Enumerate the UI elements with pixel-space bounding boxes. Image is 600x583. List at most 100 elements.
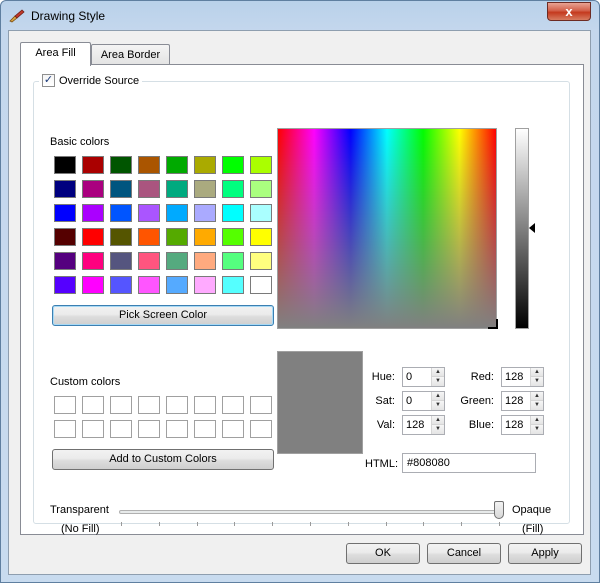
val-spinbox[interactable]: 128 ▲ ▼ [402, 415, 445, 435]
basic-color-swatch[interactable] [138, 276, 160, 294]
basic-color-swatch[interactable] [166, 228, 188, 246]
basic-color-swatch[interactable] [250, 204, 272, 222]
blue-spinbox[interactable]: 128 ▲ ▼ [501, 415, 544, 435]
basic-color-swatch[interactable] [222, 204, 244, 222]
red-up-icon[interactable]: ▲ [531, 368, 543, 377]
basic-color-swatch[interactable] [54, 252, 76, 270]
custom-color-swatch[interactable] [110, 396, 132, 414]
green-down-icon[interactable]: ▼ [531, 401, 543, 410]
blue-up-icon[interactable]: ▲ [531, 416, 543, 425]
custom-color-swatch[interactable] [82, 396, 104, 414]
basic-color-swatch[interactable] [138, 180, 160, 198]
override-source[interactable]: ✓ Override Source [39, 74, 143, 87]
val-up-icon[interactable]: ▲ [432, 416, 444, 425]
custom-color-swatch[interactable] [194, 420, 216, 438]
blue-down-icon[interactable]: ▼ [531, 425, 543, 434]
opacity-slider-thumb[interactable] [494, 501, 504, 519]
hue-up-icon[interactable]: ▲ [432, 368, 444, 377]
basic-color-swatch[interactable] [250, 180, 272, 198]
blue-value[interactable]: 128 [505, 419, 523, 431]
hue-spinbox[interactable]: 0 ▲ ▼ [402, 367, 445, 387]
basic-color-swatch[interactable] [250, 228, 272, 246]
basic-color-swatch[interactable] [250, 276, 272, 294]
basic-color-swatch[interactable] [194, 276, 216, 294]
opacity-slider-track[interactable] [119, 510, 503, 514]
red-spinbox[interactable]: 128 ▲ ▼ [501, 367, 544, 387]
custom-color-swatch[interactable] [194, 396, 216, 414]
custom-color-swatch[interactable] [222, 420, 244, 438]
green-value[interactable]: 128 [505, 395, 523, 407]
basic-color-swatch[interactable] [110, 156, 132, 174]
basic-color-swatch[interactable] [110, 228, 132, 246]
sat-spinbox[interactable]: 0 ▲ ▼ [402, 391, 445, 411]
basic-color-swatch[interactable] [54, 204, 76, 222]
add-to-custom-colors-button[interactable]: Add to Custom Colors [52, 449, 274, 470]
basic-color-swatch[interactable] [110, 276, 132, 294]
basic-color-swatch[interactable] [138, 228, 160, 246]
basic-color-swatch[interactable] [138, 156, 160, 174]
hue-down-icon[interactable]: ▼ [432, 377, 444, 386]
basic-color-swatch[interactable] [194, 156, 216, 174]
custom-color-swatch[interactable] [138, 396, 160, 414]
html-color-input[interactable]: #808080 [402, 453, 536, 473]
cancel-button[interactable]: Cancel [427, 543, 501, 564]
red-value[interactable]: 128 [505, 371, 523, 383]
basic-color-swatch[interactable] [250, 156, 272, 174]
close-button[interactable]: x [547, 2, 591, 21]
basic-color-swatch[interactable] [82, 156, 104, 174]
custom-color-swatch[interactable] [222, 396, 244, 414]
green-spinbox[interactable]: 128 ▲ ▼ [501, 391, 544, 411]
ok-button[interactable]: OK [346, 543, 420, 564]
basic-color-swatch[interactable] [82, 252, 104, 270]
basic-color-swatch[interactable] [166, 276, 188, 294]
basic-color-swatch[interactable] [54, 180, 76, 198]
tab-area-border[interactable]: Area Border [91, 44, 170, 66]
basic-color-swatch[interactable] [194, 252, 216, 270]
value-slider[interactable] [515, 128, 529, 329]
red-down-icon[interactable]: ▼ [531, 377, 543, 386]
basic-color-swatch[interactable] [194, 228, 216, 246]
override-source-checkbox[interactable]: ✓ [42, 74, 55, 87]
basic-color-swatch[interactable] [194, 180, 216, 198]
html-color-value[interactable]: #808080 [407, 457, 450, 469]
custom-color-swatch[interactable] [250, 420, 272, 438]
basic-color-swatch[interactable] [222, 156, 244, 174]
basic-color-swatch[interactable] [110, 180, 132, 198]
apply-button[interactable]: Apply [508, 543, 582, 564]
basic-color-swatch[interactable] [138, 204, 160, 222]
basic-color-swatch[interactable] [110, 204, 132, 222]
basic-color-swatch[interactable] [166, 252, 188, 270]
value-slider-arrow-icon[interactable] [529, 223, 535, 233]
basic-color-swatch[interactable] [250, 252, 272, 270]
basic-color-swatch[interactable] [54, 156, 76, 174]
custom-color-swatch[interactable] [54, 420, 76, 438]
basic-color-swatch[interactable] [166, 156, 188, 174]
custom-color-swatch[interactable] [166, 420, 188, 438]
val-down-icon[interactable]: ▼ [432, 425, 444, 434]
custom-color-swatch[interactable] [250, 396, 272, 414]
custom-color-swatch[interactable] [54, 396, 76, 414]
custom-color-swatch[interactable] [138, 420, 160, 438]
basic-color-swatch[interactable] [166, 180, 188, 198]
basic-color-swatch[interactable] [82, 228, 104, 246]
pick-screen-color-button[interactable]: Pick Screen Color [52, 305, 274, 326]
custom-color-swatch[interactable] [110, 420, 132, 438]
custom-color-swatch[interactable] [82, 420, 104, 438]
basic-color-swatch[interactable] [222, 252, 244, 270]
basic-color-swatch[interactable] [194, 204, 216, 222]
basic-color-swatch[interactable] [82, 276, 104, 294]
title-bar[interactable]: Drawing Style x [1, 1, 599, 31]
color-spectrum[interactable] [277, 128, 498, 329]
basic-color-swatch[interactable] [138, 252, 160, 270]
sat-value[interactable]: 0 [406, 395, 412, 407]
hue-value[interactable]: 0 [406, 371, 412, 383]
basic-color-swatch[interactable] [82, 204, 104, 222]
green-up-icon[interactable]: ▲ [531, 392, 543, 401]
tab-area-fill[interactable]: Area Fill [20, 42, 91, 66]
basic-color-swatch[interactable] [82, 180, 104, 198]
basic-color-swatch[interactable] [54, 228, 76, 246]
sat-up-icon[interactable]: ▲ [432, 392, 444, 401]
val-value[interactable]: 128 [406, 419, 424, 431]
basic-color-swatch[interactable] [166, 204, 188, 222]
basic-color-swatch[interactable] [222, 228, 244, 246]
